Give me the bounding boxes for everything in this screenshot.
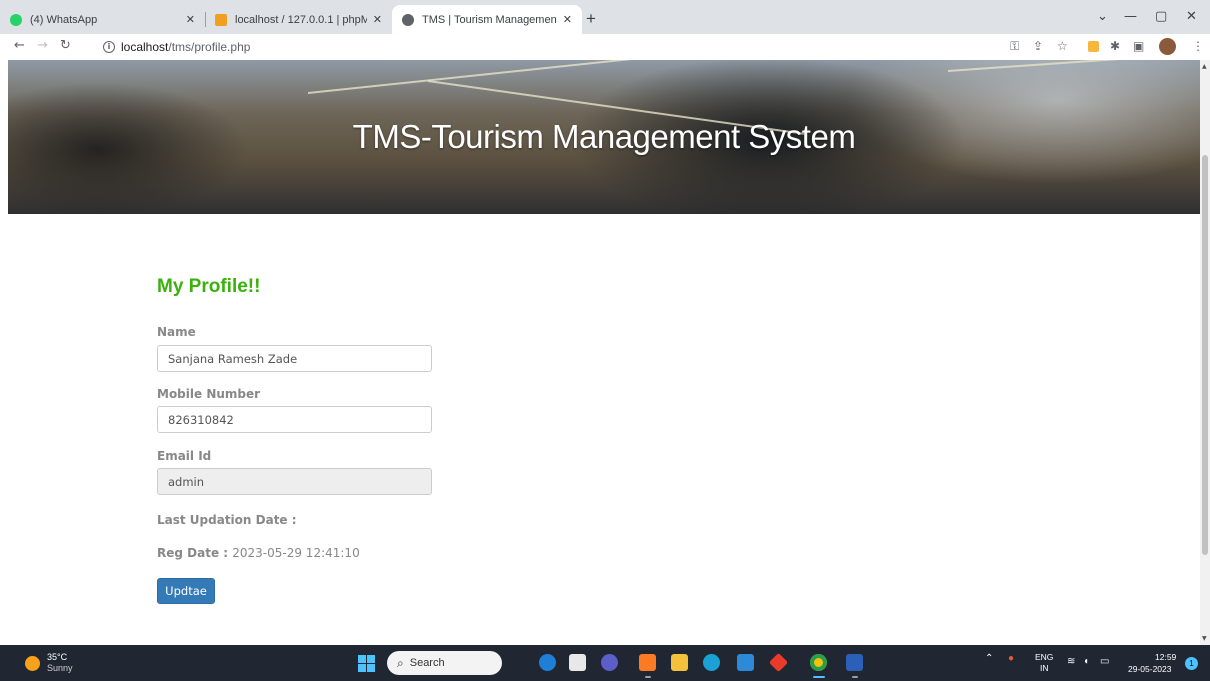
email-label: Email Id xyxy=(157,449,212,463)
tab-title: localhost / 127.0.0.1 | phpMyAdmin xyxy=(235,13,367,26)
reg-date: Reg Date : 2023-05-29 12:41:10 xyxy=(157,546,360,560)
restore-button[interactable]: ▢ xyxy=(1155,9,1167,24)
tab-tms[interactable]: TMS | Tourism Management System ✕ xyxy=(392,5,582,34)
page-title: My Profile!! xyxy=(157,276,261,297)
mobile-label: Mobile Number xyxy=(157,387,261,401)
language-region[interactable]: IN xyxy=(1040,663,1049,673)
last-updation-date: Last Updation Date : xyxy=(157,513,297,527)
forward-arrow-icon[interactable]: → xyxy=(37,38,48,53)
bing-chat-icon[interactable] xyxy=(539,654,556,671)
tray-app-icon[interactable]: ● xyxy=(1008,653,1014,664)
weather-condition[interactable]: Sunny xyxy=(47,663,73,673)
page-scrollbar[interactable]: ▲ ▼ xyxy=(1200,60,1210,645)
profile-avatar[interactable] xyxy=(1159,38,1176,55)
back-arrow-icon[interactable]: ← xyxy=(14,38,25,53)
battery-icon[interactable]: ▭ xyxy=(1100,656,1109,667)
header-banner: TMS-Tourism Management System xyxy=(8,60,1200,214)
banner-decoration xyxy=(307,60,786,94)
xampp-icon[interactable] xyxy=(639,654,656,671)
reg-date-value: 2023-05-29 12:41:10 xyxy=(232,546,360,560)
kebab-menu-icon[interactable]: ⋮ xyxy=(1192,39,1204,53)
browser-toolbar: ← → ↻ i localhost/tms/profile.php ⚿ ⇪ ☆ … xyxy=(0,34,1210,60)
tab-whatsapp[interactable]: (4) WhatsApp ✕ xyxy=(0,5,205,34)
close-tab-icon[interactable]: ✕ xyxy=(186,13,195,26)
bookmark-star-icon[interactable]: ☆ xyxy=(1057,39,1068,53)
sun-icon[interactable] xyxy=(25,656,40,671)
tab-title: (4) WhatsApp xyxy=(30,13,98,26)
globe-icon xyxy=(402,13,414,26)
new-tab-button[interactable]: + xyxy=(586,9,596,29)
share-icon[interactable]: ⇪ xyxy=(1033,39,1043,53)
name-label: Name xyxy=(157,325,196,339)
url-host: localhost xyxy=(121,40,169,54)
running-indicator xyxy=(852,676,858,678)
language-indicator[interactable]: ENG xyxy=(1035,652,1053,662)
banner-decoration xyxy=(947,60,1200,72)
taskbar-search[interactable]: ⌕ Search xyxy=(387,651,502,675)
tab-title: TMS | Tourism Management System xyxy=(422,13,557,26)
whatsapp-icon xyxy=(10,13,22,26)
page-viewport: TMS-Tourism Management System My Profile… xyxy=(0,60,1200,645)
extension-icon[interactable] xyxy=(1088,41,1099,52)
site-title: TMS-Tourism Management System xyxy=(352,118,856,155)
notification-badge[interactable]: 1 xyxy=(1185,657,1198,670)
tab-search-chevron-icon[interactable]: ⌄ xyxy=(1097,9,1108,24)
weather-temperature[interactable]: 35°C xyxy=(47,652,67,662)
site-info-icon[interactable]: i xyxy=(103,41,115,53)
scroll-up-icon[interactable]: ▲ xyxy=(1202,63,1207,70)
search-placeholder: Search xyxy=(409,657,445,669)
store-icon[interactable] xyxy=(737,654,754,671)
volume-icon[interactable]: ◖ xyxy=(1083,656,1089,667)
scrollbar-thumb[interactable] xyxy=(1202,155,1208,555)
close-tab-icon[interactable]: ✕ xyxy=(373,13,382,26)
scroll-down-icon[interactable]: ▼ xyxy=(1202,635,1207,642)
task-view-icon[interactable] xyxy=(569,654,586,671)
active-indicator xyxy=(813,676,825,678)
close-window-button[interactable]: ✕ xyxy=(1186,9,1197,24)
name-field[interactable] xyxy=(157,345,432,372)
app-diamond-icon[interactable] xyxy=(768,652,789,673)
windows-taskbar: 35°C Sunny ⌕ Search ⌃ ● ENG IN ≋ ◖ ▭ 12:… xyxy=(0,645,1210,681)
reg-date-label: Reg Date : xyxy=(157,546,229,560)
close-tab-icon[interactable]: ✕ xyxy=(563,13,572,26)
search-icon: ⌕ xyxy=(397,655,404,670)
word-icon[interactable] xyxy=(846,654,863,671)
browser-tab-strip: (4) WhatsApp ✕ localhost / 127.0.0.1 | p… xyxy=(0,0,1210,34)
address-bar[interactable]: localhost/tms/profile.php xyxy=(121,40,250,54)
update-button[interactable]: Updtae xyxy=(157,578,215,604)
edge-icon[interactable] xyxy=(703,654,720,671)
extensions-puzzle-icon[interactable]: ✱ xyxy=(1110,39,1120,53)
clock-time[interactable]: 12:59 xyxy=(1155,652,1176,662)
show-hidden-icons-chevron-icon[interactable]: ⌃ xyxy=(985,653,993,664)
chrome-icon[interactable] xyxy=(810,654,827,671)
windows-start-icon[interactable] xyxy=(358,655,375,672)
teams-chat-icon[interactable] xyxy=(601,654,618,671)
reload-icon[interactable]: ↻ xyxy=(60,38,71,53)
side-panel-icon[interactable]: ▣ xyxy=(1133,39,1144,53)
file-explorer-icon[interactable] xyxy=(671,654,688,671)
email-field xyxy=(157,468,432,495)
mobile-number-field[interactable] xyxy=(157,406,432,433)
minimize-button[interactable]: — xyxy=(1124,9,1137,24)
wifi-icon[interactable]: ≋ xyxy=(1067,656,1075,667)
tab-phpmyadmin[interactable]: localhost / 127.0.0.1 | phpMyAdmin ✕ xyxy=(205,5,392,34)
url-path: /tms/profile.php xyxy=(168,40,251,54)
phpmyadmin-icon xyxy=(215,13,227,26)
clock-date[interactable]: 29-05-2023 xyxy=(1128,664,1171,674)
key-icon[interactable]: ⚿ xyxy=(1010,39,1019,54)
running-indicator xyxy=(645,676,651,678)
